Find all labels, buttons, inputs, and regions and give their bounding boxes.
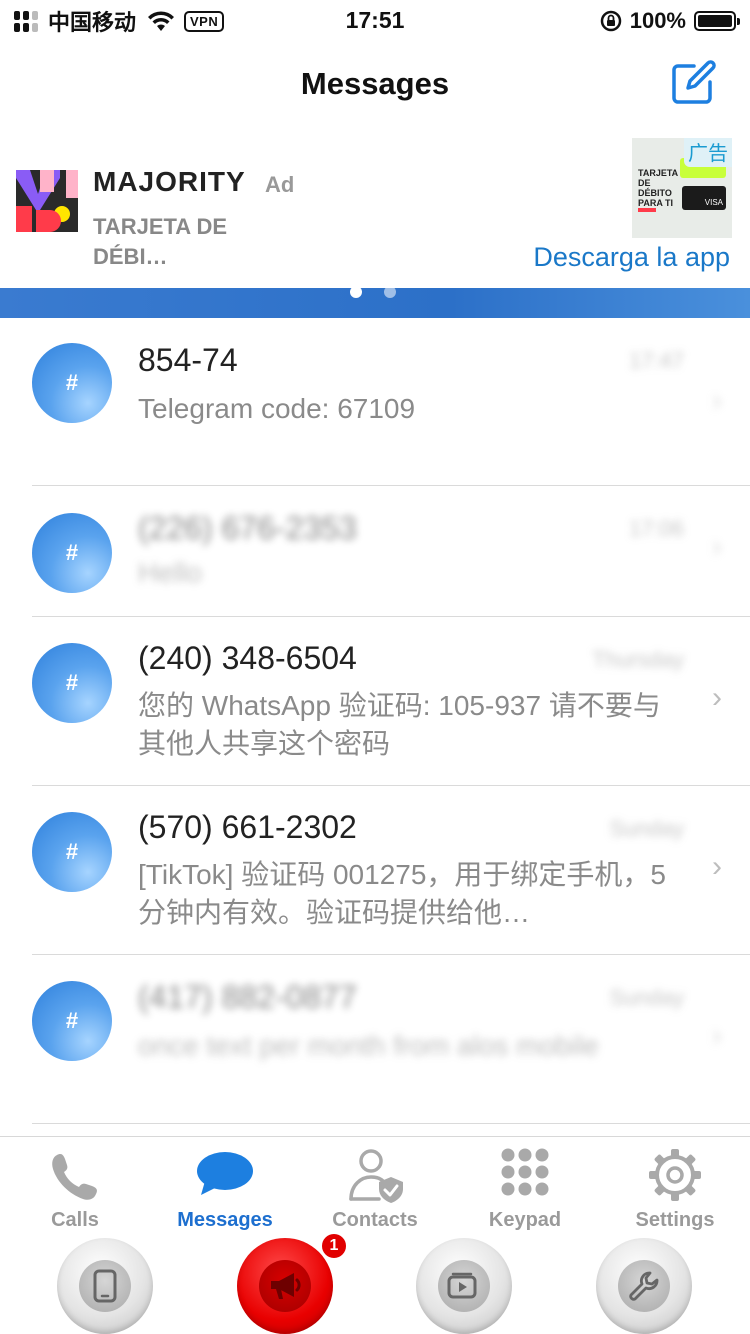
tab-label: Contacts bbox=[332, 1209, 418, 1231]
phone-device-button[interactable] bbox=[57, 1238, 153, 1334]
tab-label: Messages bbox=[177, 1209, 273, 1231]
wrench-icon bbox=[618, 1260, 670, 1312]
message-row[interactable]: # (226) 676-2353 Hello 17:06 › bbox=[0, 486, 750, 617]
tab-messages[interactable]: Messages bbox=[150, 1137, 300, 1237]
tab-label: Keypad bbox=[488, 1209, 562, 1231]
tab-settings[interactable]: Settings bbox=[600, 1137, 750, 1237]
chevron-right-icon: › bbox=[712, 530, 722, 563]
megaphone-icon bbox=[259, 1260, 311, 1312]
ad-brand: MAJORITY bbox=[93, 166, 246, 197]
tab-bar: Calls Messages Contacts Keypad Settings bbox=[0, 1136, 750, 1236]
contact-name: (226) 676-2353 bbox=[138, 510, 357, 546]
ad-banner[interactable]: MAJORITY Ad TARJETA DE DÉBI… TARJETA DE … bbox=[0, 130, 750, 290]
message-list: # 854-74 Telegram code: 67109 17:47 › # … bbox=[0, 318, 750, 1124]
avatar: # bbox=[32, 643, 112, 723]
contact-shield-icon bbox=[349, 1149, 403, 1203]
message-preview: Telegram code: 67109 bbox=[138, 393, 416, 424]
notification-badge: 1 bbox=[320, 1232, 348, 1260]
tab-calls[interactable]: Calls bbox=[0, 1137, 150, 1237]
tab-label: Settings bbox=[635, 1209, 715, 1231]
battery-icon bbox=[694, 11, 740, 31]
message-row[interactable]: # (570) 661-2302 [TikTok] 验证码 001275，用于绑… bbox=[0, 786, 750, 955]
chevron-right-icon: › bbox=[712, 1019, 722, 1052]
smartphone-icon bbox=[79, 1260, 131, 1312]
contact-name: 854-74 bbox=[138, 342, 238, 378]
chevron-right-icon[interactable]: › bbox=[712, 681, 722, 715]
chevron-right-icon[interactable]: › bbox=[712, 850, 722, 884]
ad-thumb-card: VISA bbox=[682, 186, 726, 210]
tools-button[interactable] bbox=[596, 1238, 692, 1334]
avatar: # bbox=[32, 981, 112, 1061]
status-right: 100% bbox=[600, 6, 740, 36]
message-preview: [TikTok] 验证码 001275，用于绑定手机，5分钟内有效。验证码提供给… bbox=[138, 859, 666, 928]
avatar: # bbox=[32, 343, 112, 423]
message-row[interactable]: # 854-74 Telegram code: 67109 17:47 › bbox=[0, 318, 750, 486]
ad-pager-dots[interactable] bbox=[350, 286, 396, 298]
ad-download-link[interactable]: Descarga la app bbox=[533, 242, 730, 273]
tab-label: Calls bbox=[51, 1209, 99, 1231]
page-title: Messages bbox=[300, 66, 450, 101]
video-icon bbox=[438, 1260, 490, 1312]
message-time: 17:47 bbox=[628, 348, 684, 373]
ad-badge: 广告 bbox=[684, 138, 732, 167]
keypad-icon bbox=[501, 1148, 549, 1196]
avatar: # bbox=[32, 812, 112, 892]
compose-icon[interactable] bbox=[670, 60, 716, 106]
tab-keypad[interactable]: Keypad bbox=[450, 1137, 600, 1237]
contact-name: (417) 882-0877 bbox=[138, 979, 357, 1015]
ad-thumbnail[interactable]: TARJETA DE DÉBITO PARA TI VISA 广告 bbox=[632, 138, 732, 238]
majority-logo-icon bbox=[16, 170, 78, 232]
chat-bubble-icon bbox=[197, 1152, 253, 1195]
battery-percent: 100% bbox=[629, 8, 686, 33]
status-bar: 中国移动 VPN 17:51 100% bbox=[0, 0, 750, 40]
video-button[interactable] bbox=[416, 1238, 512, 1334]
contact-name: (240) 348-6504 bbox=[138, 640, 357, 676]
message-preview: 您的 WhatsApp 验证码: 105-937 请不要与其他人共享这个密码 bbox=[138, 690, 661, 759]
announcement-button[interactable] bbox=[237, 1238, 333, 1334]
message-time: Sunday bbox=[609, 985, 684, 1010]
message-preview: Hello bbox=[138, 557, 202, 588]
pager-dot-active[interactable] bbox=[350, 286, 362, 298]
ad-thumb-bar bbox=[638, 208, 656, 212]
avatar: # bbox=[32, 513, 112, 593]
divider bbox=[32, 1123, 750, 1124]
pager-dot[interactable] bbox=[384, 286, 396, 298]
ad-tag: Ad bbox=[265, 172, 295, 197]
rotation-lock-icon bbox=[600, 10, 621, 32]
message-time: Sunday bbox=[609, 816, 684, 841]
message-row[interactable]: # (417) 882-0877 once text per month fro… bbox=[0, 955, 750, 1124]
tab-contacts[interactable]: Contacts bbox=[300, 1137, 450, 1237]
message-time: Thursday bbox=[592, 647, 684, 672]
gear-icon bbox=[649, 1149, 701, 1201]
ad-thumb-title: TARJETA DE DÉBITO PARA TI bbox=[638, 168, 678, 208]
contact-name: (570) 661-2302 bbox=[138, 809, 357, 845]
chevron-right-icon: › bbox=[712, 384, 722, 417]
nav-bar: Messages bbox=[0, 40, 750, 130]
phone-icon bbox=[52, 1154, 97, 1200]
message-time: 17:06 bbox=[628, 516, 684, 541]
majority-logo bbox=[16, 170, 78, 232]
ad-subtitle: TARJETA DE DÉBI… bbox=[93, 214, 228, 269]
message-preview: once text per month from alos mobile bbox=[138, 1030, 599, 1061]
message-row[interactable]: # (240) 348-6504 您的 WhatsApp 验证码: 105-93… bbox=[0, 617, 750, 786]
